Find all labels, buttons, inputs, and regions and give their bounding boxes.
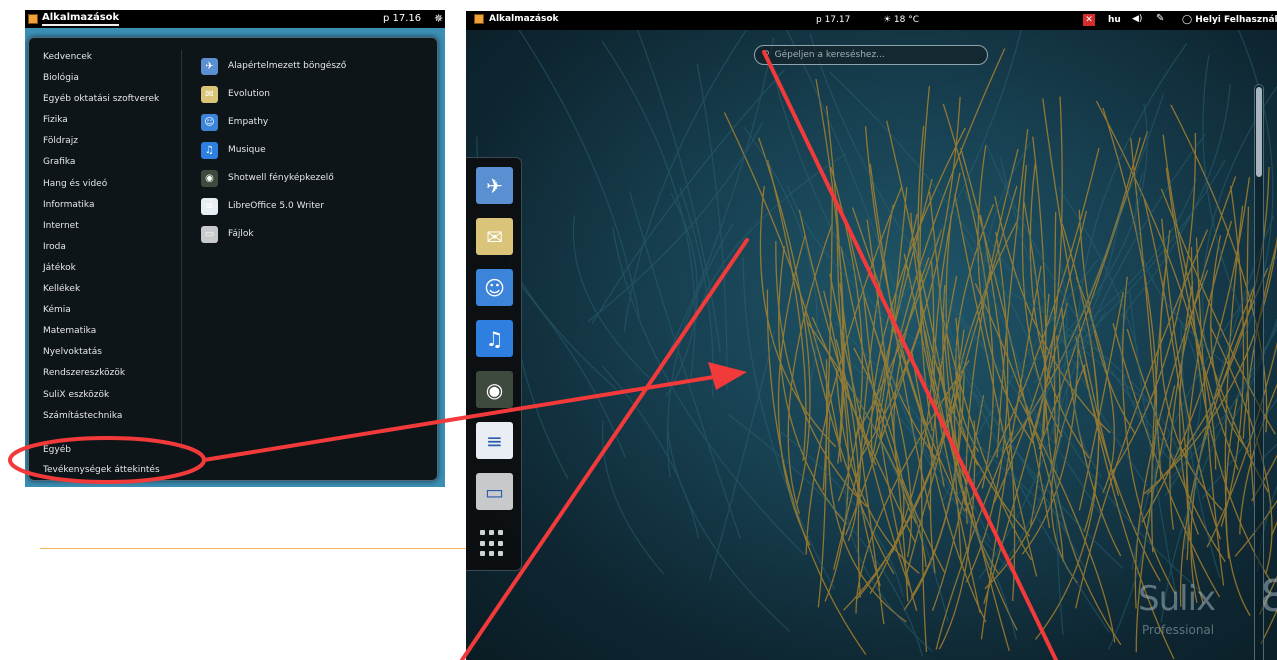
category-item[interactable]: Nyelvoktatás [43, 342, 183, 363]
right-clock[interactable]: p 17.17 [816, 15, 850, 25]
search-input[interactable]: ⚲ Gépeljen a kereséshez... [754, 45, 988, 65]
app-list-item[interactable]: ♫ Musique [201, 136, 346, 164]
category-list: Kedvencek Biológia Egyéb oktatási szoftver… [43, 47, 183, 427]
category-item[interactable]: Hang és videó [43, 174, 183, 195]
category-item[interactable]: Földrajz [43, 131, 183, 152]
app-label: Alapértelmezett böngésző [228, 61, 347, 71]
activities-overview-item[interactable]: Tevékenységek áttekintés [43, 465, 160, 475]
dash-favorites: ✈ ✉ ☺ ♫ ◉ ≡ ▭ [466, 157, 522, 571]
left-top-bar: Alkalmazások p 17.16 ✵ [25, 10, 445, 28]
app-label: Evolution [228, 89, 270, 99]
close-icon[interactable]: ✕ [1083, 14, 1095, 26]
category-item[interactable]: Biológia [43, 68, 183, 89]
applications-label: Alkalmazások [42, 12, 120, 26]
logo-edition: Professional [1142, 623, 1215, 637]
applications-icon [474, 14, 484, 24]
app-label: Empathy [228, 117, 269, 127]
right-screenshot: Alkalmazások p 17.17 ☀ 18 °C ✕ hu ◀) ✎ ◯… [466, 11, 1277, 660]
music-icon: ♫ [201, 141, 218, 159]
app-label: Musique [228, 145, 266, 155]
dash-writer-icon[interactable]: ≡ [476, 422, 513, 459]
category-item[interactable]: Számítástechnika [43, 406, 183, 427]
logo-word: Sulix [1138, 579, 1216, 619]
dash-mail-icon[interactable]: ✉ [476, 218, 513, 255]
files-icon: ▭ [201, 225, 218, 243]
category-item[interactable]: Fizika [43, 110, 183, 131]
applications-label: Alkalmazások [489, 14, 559, 24]
dash-camera-icon[interactable]: ◉ [476, 371, 513, 408]
browser-icon: ✈ [201, 57, 218, 75]
chat-icon: ☺ [201, 113, 218, 131]
mail-icon: ✉ [201, 85, 218, 103]
app-list-item[interactable]: ✈ Alapértelmezett böngésző [201, 52, 346, 80]
search-icon: ⚲ [763, 50, 770, 60]
app-label: Shotwell fényképkezelő [228, 173, 334, 183]
category-egyeb[interactable]: Egyéb [43, 445, 71, 455]
user-name: Helyi Felhasznál [1195, 15, 1277, 25]
app-list-item[interactable]: ▭ Fájlok [201, 220, 346, 248]
category-item[interactable]: Játékok [43, 258, 183, 279]
favorite-apps-list: ✈ Alapértelmezett böngésző ✉ Evolution ☺ Empa… [201, 52, 346, 248]
user-menu[interactable]: ◯ Helyi Felhasznál [1182, 15, 1277, 25]
app-list-item[interactable]: ◉ Shotwell fényképkezelő [201, 164, 346, 192]
dash-browser-icon[interactable]: ✈ [476, 167, 513, 204]
search-placeholder: Gépeljen a kereséshez... [774, 50, 885, 60]
weather-indicator[interactable]: ☀ 18 °C [883, 15, 919, 25]
category-item[interactable]: Iroda [43, 237, 183, 258]
app-list-item[interactable]: ✉ Evolution [201, 80, 346, 108]
logo-version: 8 [1260, 571, 1277, 622]
applications-menu-panel: Kedvencek Biológia Egyéb oktatási szoftver… [28, 37, 438, 481]
keyboard-language-indicator[interactable]: hu [1108, 15, 1121, 25]
category-item[interactable]: Internet [43, 216, 183, 237]
category-item[interactable]: SuliX eszközök [43, 385, 183, 406]
sulix-logo: Sulix 8 Professional [1138, 571, 1277, 637]
menu-divider [181, 50, 182, 450]
right-applications-menu-button[interactable]: Alkalmazások [474, 14, 558, 24]
app-label: Fájlok [228, 229, 254, 239]
app-list-item[interactable]: ≡ LibreOffice 5.0 Writer [201, 192, 346, 220]
left-clock[interactable]: p 17.16 [383, 13, 421, 24]
wallpaper-grass [466, 11, 1277, 660]
volume-icon[interactable]: ◀) [1132, 14, 1142, 24]
category-item[interactable]: Matematika [43, 321, 183, 342]
pen-icon[interactable]: ✎ [1156, 13, 1164, 24]
dash-music-icon[interactable]: ♫ [476, 320, 513, 357]
app-list-item[interactable]: ☺ Empathy [201, 108, 346, 136]
category-item[interactable]: Egyéb oktatási szoftverek [43, 89, 183, 110]
orange-separator [40, 548, 466, 549]
category-item[interactable]: Rendszereszközök [43, 363, 183, 384]
left-screenshot: Alkalmazások p 17.16 ✵ Kedvencek Biológia… [25, 10, 445, 487]
right-top-bar: Alkalmazások p 17.17 ☀ 18 °C ✕ hu ◀) ✎ ◯… [466, 11, 1277, 30]
workspace-thumb[interactable] [1256, 87, 1262, 177]
category-item[interactable]: Kellékek [43, 279, 183, 300]
category-item[interactable]: Kedvencek [43, 47, 183, 68]
category-item[interactable]: Informatika [43, 195, 183, 216]
writer-icon: ≡ [201, 197, 218, 215]
category-item[interactable]: Grafika [43, 152, 183, 173]
app-label: LibreOffice 5.0 Writer [228, 201, 325, 211]
dash-chat-icon[interactable]: ☺ [476, 269, 513, 306]
show-applications-button[interactable] [480, 530, 508, 558]
left-applications-menu-button[interactable]: Alkalmazások [28, 12, 120, 26]
category-item[interactable]: Kémia [43, 300, 183, 321]
camera-icon: ◉ [201, 169, 218, 187]
weather-icon[interactable]: ✵ [434, 12, 443, 25]
dash-files-icon[interactable]: ▭ [476, 473, 513, 510]
applications-icon [28, 14, 38, 24]
